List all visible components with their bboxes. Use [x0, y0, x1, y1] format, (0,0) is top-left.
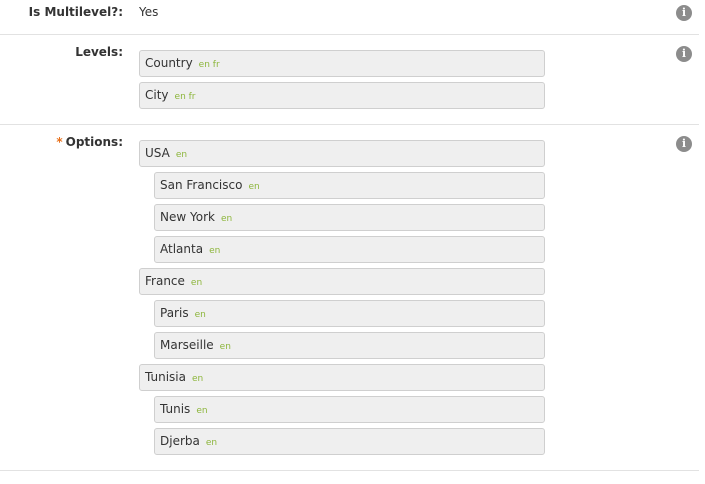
- multilevel-row: Is Multilevel?: Yes i: [0, 0, 699, 35]
- option-item[interactable]: Tunis en: [154, 396, 545, 423]
- option-name: Atlanta: [160, 242, 204, 256]
- info-icon[interactable]: i: [676, 46, 692, 62]
- language-tag[interactable]: en fr: [175, 92, 196, 102]
- option-item[interactable]: New York en: [154, 204, 545, 231]
- language-tag[interactable]: en: [191, 278, 202, 288]
- info-icon[interactable]: i: [676, 5, 692, 21]
- options-row: * Options: i USA en San Francisco en New Yo…: [0, 125, 699, 471]
- option-item[interactable]: Marseille en: [154, 332, 545, 359]
- option-name: Paris: [160, 306, 189, 320]
- language-tag[interactable]: en: [209, 246, 220, 256]
- multilevel-label: Is Multilevel?:: [28, 5, 123, 19]
- multilevel-value: Yes: [139, 5, 159, 19]
- option-item[interactable]: Paris en: [154, 300, 545, 327]
- option-name: New York: [160, 210, 215, 224]
- levels-label: Levels:: [75, 45, 123, 59]
- option-item[interactable]: San Francisco en: [154, 172, 545, 199]
- info-icon[interactable]: i: [676, 136, 692, 152]
- option-item[interactable]: Tunisia en: [139, 364, 545, 391]
- language-tag[interactable]: en: [195, 310, 206, 320]
- option-name: Djerba: [160, 434, 200, 448]
- option-name: France: [145, 274, 185, 288]
- options-label: * Options:: [56, 135, 123, 149]
- option-name: San Francisco: [160, 178, 243, 192]
- language-tag[interactable]: en: [196, 406, 207, 416]
- level-item[interactable]: City en fr: [139, 82, 545, 109]
- language-tag[interactable]: en: [248, 182, 259, 192]
- options-label-text: Options:: [65, 135, 123, 149]
- option-item[interactable]: France en: [139, 268, 545, 295]
- option-item[interactable]: USA en: [139, 140, 545, 167]
- option-name: USA: [145, 146, 170, 160]
- language-tag[interactable]: en: [176, 150, 187, 160]
- option-item[interactable]: Djerba en: [154, 428, 545, 455]
- language-tag[interactable]: en: [206, 438, 217, 448]
- level-item[interactable]: Country en fr: [139, 50, 545, 77]
- option-name: Marseille: [160, 338, 214, 352]
- level-name: City: [145, 88, 169, 102]
- level-name: Country: [145, 56, 193, 70]
- levels-row: Levels: i Country en fr City en fr: [0, 35, 699, 125]
- required-marker: *: [56, 135, 63, 149]
- option-item[interactable]: Atlanta en: [154, 236, 545, 263]
- language-tag[interactable]: en: [221, 214, 232, 224]
- language-tag[interactable]: en: [192, 374, 203, 384]
- option-name: Tunisia: [145, 370, 186, 384]
- language-tag[interactable]: en fr: [199, 60, 220, 70]
- language-tag[interactable]: en: [220, 342, 231, 352]
- option-name: Tunis: [160, 402, 191, 416]
